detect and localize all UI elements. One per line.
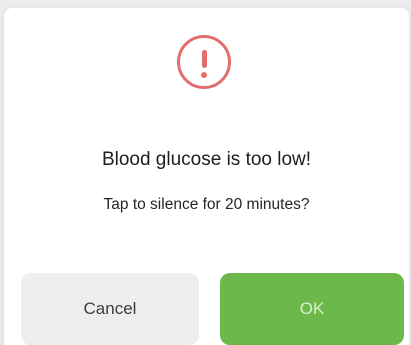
cancel-button[interactable]: Cancel — [21, 273, 199, 345]
alert-dialog: Blood glucose is too low! Tap to silence… — [4, 8, 409, 345]
ok-button[interactable]: OK — [220, 273, 404, 345]
alert-circle-icon — [177, 35, 231, 89]
exclamation-dot — [201, 72, 207, 78]
exclamation-bar — [201, 50, 207, 68]
dialog-message: Tap to silence for 20 minutes? — [103, 196, 310, 213]
dialog-title: Blood glucose is too low! — [101, 149, 312, 170]
